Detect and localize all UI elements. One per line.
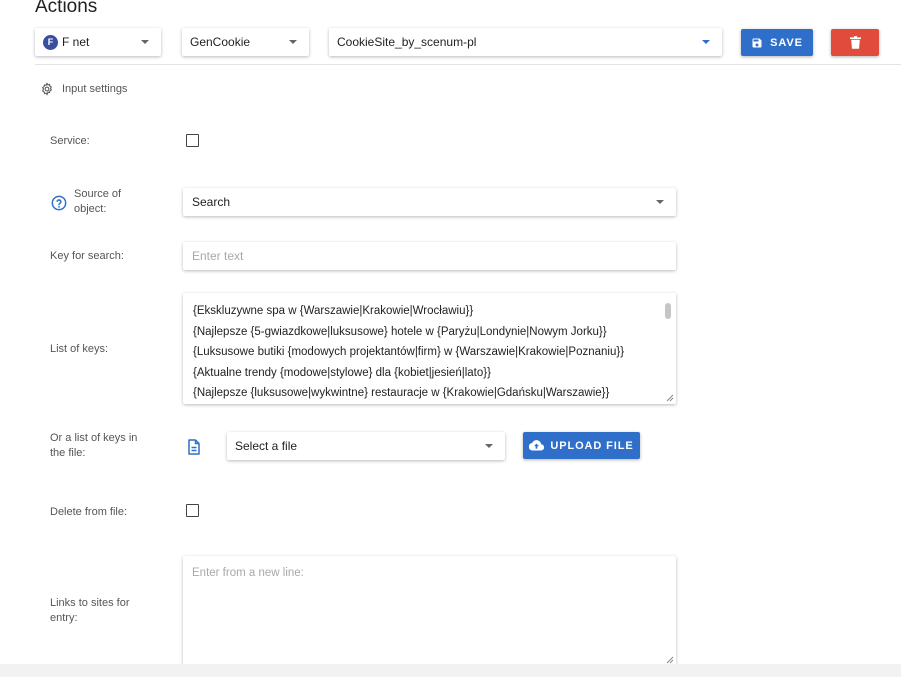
delete-from-file-checkbox[interactable] (186, 504, 199, 517)
links-label: Links to sites for entry: (50, 597, 130, 624)
site-select-value: CookieSite_by_scenum-pl (337, 35, 477, 49)
account-select[interactable]: F F net (35, 28, 161, 56)
trash-icon (849, 36, 861, 49)
floppy-disk-icon (752, 38, 762, 47)
source-select-value: Search (192, 195, 231, 209)
chevron-down-icon (141, 40, 149, 44)
chevron-down-icon (656, 200, 664, 204)
site-select[interactable]: CookieSite_by_scenum-pl (329, 28, 722, 56)
page-title: Actions (35, 0, 98, 17)
key-line: {Ekskluzywne spa w {Warszawie|Krakowie|W… (193, 305, 474, 317)
upload-file-label: UPLOAD FILE (550, 439, 634, 452)
bottom-bar (0, 664, 901, 677)
header-divider (35, 64, 901, 65)
generator-select-value: GenCookie (190, 35, 251, 49)
account-select-value: F net (62, 35, 90, 49)
generator-select[interactable]: GenCookie (182, 28, 309, 56)
help-icon[interactable] (51, 195, 67, 211)
source-label: Source of object: (74, 188, 122, 215)
resize-handle-icon[interactable] (666, 656, 674, 664)
key-line: {Najlepsze {5-gwiazdkowe|luksusowe} hote… (193, 325, 607, 338)
key-line: {Luksusowe butiki {modowych projektantów… (193, 346, 625, 358)
links-textarea[interactable]: Enter from a new line: (183, 556, 676, 666)
key-for-search-label: Key for search: (50, 250, 124, 262)
delete-from-file-label: Delete from file: (50, 506, 128, 518)
key-for-search-input[interactable]: Enter text (183, 242, 676, 270)
input-settings-title: Input settings (62, 83, 128, 95)
key-line: {Aktualne trendy {modowe|stylowe} dla {k… (193, 366, 491, 379)
resize-handle-icon[interactable] (666, 394, 674, 402)
gear-icon (42, 82, 52, 96)
key-for-search-placeholder: Enter text (192, 249, 244, 263)
file-label: Or a list of keys in the file: (50, 432, 138, 459)
cloud-upload-icon (529, 440, 545, 451)
service-label: Service: (50, 135, 90, 147)
file-select[interactable]: Select a file (227, 432, 505, 460)
chevron-down-icon (485, 444, 493, 448)
input-settings-header: Input settings (40, 82, 127, 96)
scrollbar-thumb[interactable] (665, 303, 671, 319)
save-button-label: SAVE (770, 36, 803, 49)
file-select-placeholder: Select a file (235, 439, 298, 453)
list-of-keys-textarea[interactable]: {Ekskluzywne spa w {Warszawie|Krakowie|W… (183, 293, 676, 404)
list-of-keys-label: List of keys: (50, 343, 109, 355)
chevron-down-icon (289, 40, 297, 44)
delete-button[interactable] (831, 29, 879, 56)
key-line: {Najlepsze {luksusowe|wykwintne} restaur… (193, 387, 610, 399)
upload-file-button[interactable]: UPLOAD FILE (523, 432, 640, 459)
document-icon (188, 439, 200, 455)
account-badge: F (43, 34, 58, 50)
save-button[interactable]: SAVE (741, 29, 813, 56)
chevron-down-icon (702, 40, 710, 44)
service-checkbox[interactable] (186, 134, 199, 147)
source-select[interactable]: Search (183, 188, 676, 216)
links-placeholder: Enter from a new line: (192, 567, 304, 579)
